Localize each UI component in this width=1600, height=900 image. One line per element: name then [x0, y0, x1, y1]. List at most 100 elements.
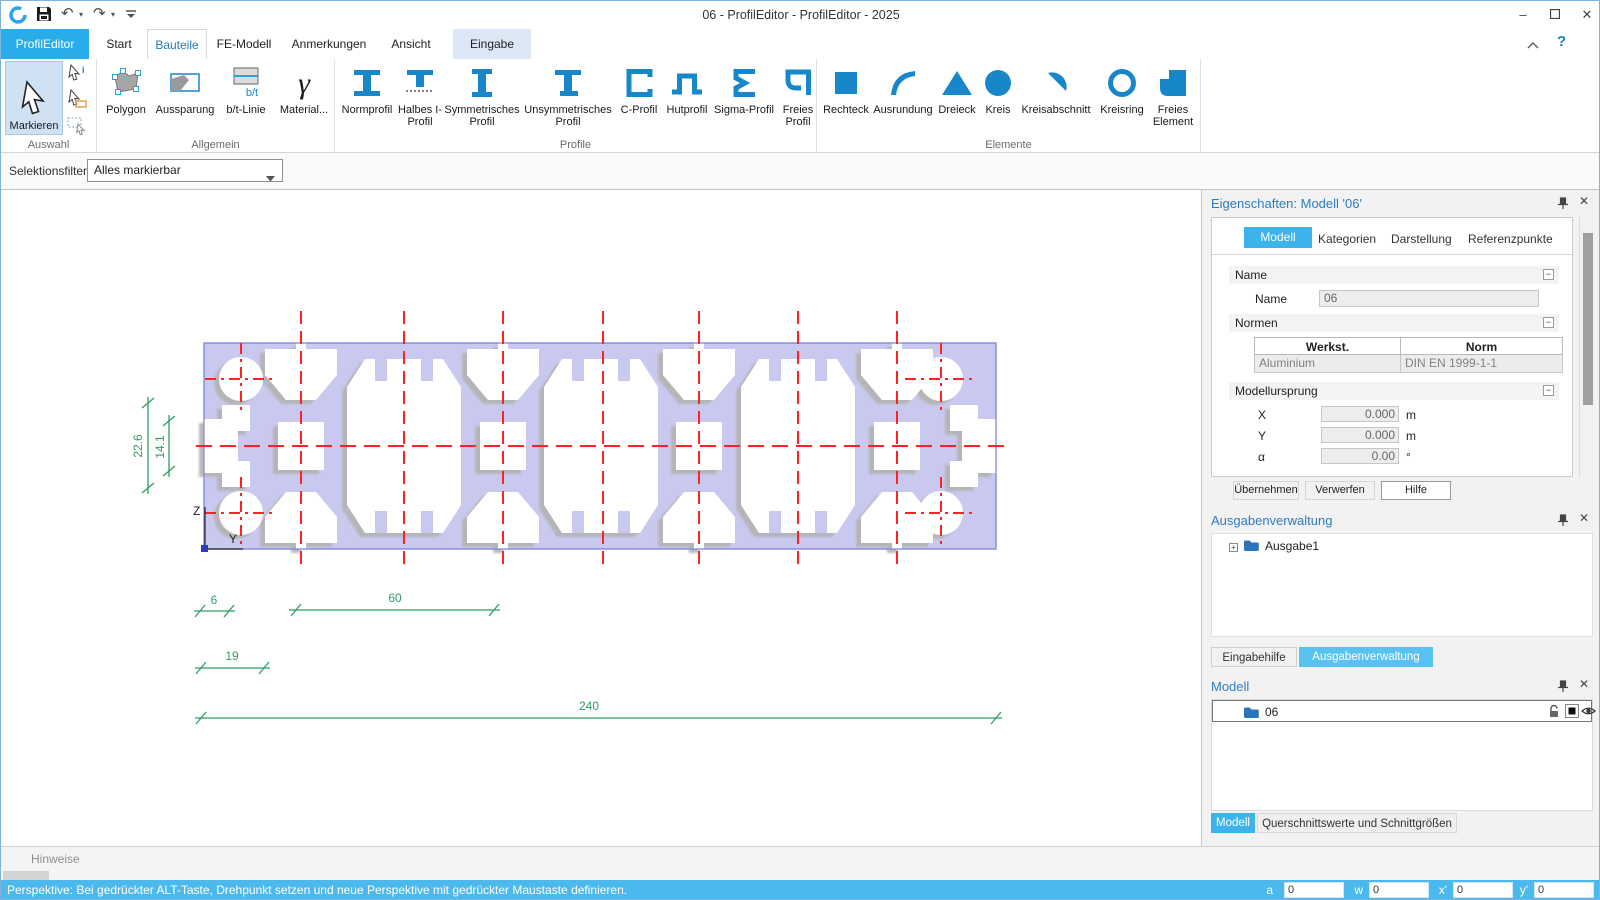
prop-tab-kategorien[interactable]: Kategorien [1318, 232, 1376, 246]
selektionsfilter-dropdown[interactable]: Alles markierbar [87, 159, 283, 182]
ring-icon [1104, 62, 1140, 104]
bt-linie-label: b/t-Linie [226, 104, 265, 116]
tab-eingabe[interactable]: Eingabe [453, 29, 531, 59]
unsymmetrisches-profil-button[interactable]: Unsymmetrisches Profil [520, 61, 616, 128]
visibility-eye-icon[interactable] [1581, 704, 1596, 723]
drawing-canvas[interactable]: 22.6 14.1 6 60 19 240 Z Y [3, 190, 1199, 846]
y-input[interactable]: 0.000 [1321, 427, 1399, 443]
sigma-profil-button[interactable]: Sigma-Profil [712, 61, 776, 116]
coord-a-input[interactable]: 0 [1284, 882, 1344, 898]
lock-icon[interactable] [1547, 704, 1561, 724]
tab-ansicht[interactable]: Ansicht [379, 29, 443, 59]
modell-row[interactable]: 06 [1212, 700, 1592, 722]
close-window-button[interactable]: ✕ [1573, 1, 1600, 29]
rechteck-button[interactable]: Rechteck [820, 61, 872, 116]
verwerfen-button[interactable]: Verwerfen [1305, 481, 1375, 500]
hinweise-strip: Hinweise [1, 846, 1600, 880]
c-profil-button[interactable]: C-Profil [616, 61, 662, 116]
norm-cell[interactable]: DIN EN 1999-1-1 [1401, 355, 1563, 373]
alpha-input[interactable]: 0.00 [1321, 448, 1399, 464]
select-info-cursor-icon[interactable]: i [67, 63, 89, 85]
halbes-i-profil-button[interactable]: Halbes I-Profil [396, 61, 444, 128]
c-profile-icon [621, 62, 657, 104]
pin-icon[interactable] [1557, 680, 1569, 698]
collapse-section-icon[interactable]: − [1543, 385, 1554, 396]
halbes-i-profil-label: Halbes I-Profil [396, 104, 444, 128]
tab-start[interactable]: Start [93, 29, 145, 59]
symmetrisches-profil-button[interactable]: Symmetrisches Profil [444, 61, 520, 128]
kreisabschnitt-label: Kreisabschnitt [1021, 104, 1090, 116]
name-input[interactable]: 06 [1319, 290, 1539, 307]
ausrundung-button[interactable]: Ausrundung [872, 61, 934, 116]
ausrundung-label: Ausrundung [873, 104, 932, 116]
normprofil-button[interactable]: Normprofil [338, 61, 396, 116]
freies-profil-button[interactable]: Freies Profil [776, 61, 820, 128]
collapse-section-icon[interactable]: − [1543, 269, 1554, 280]
tree-item-ausgabe1[interactable]: Ausgabe1 [1265, 539, 1319, 553]
dreieck-button[interactable]: Dreieck [934, 61, 980, 116]
coord-x-input[interactable]: 0 [1453, 882, 1513, 898]
tab-modell-bottom[interactable]: Modell [1211, 813, 1255, 833]
minimize-button[interactable]: – [1509, 1, 1537, 29]
pin-icon[interactable] [1557, 197, 1569, 215]
close-panel-icon[interactable]: ✕ [1579, 511, 1589, 525]
prop-tab-referenzpunkte[interactable]: Referenzpunkte [1468, 232, 1553, 246]
aussparung-button[interactable]: Aussparung [152, 61, 218, 116]
tab-eingabehilfe[interactable]: Eingabehilfe [1211, 647, 1297, 667]
select-cursor-icon [16, 78, 52, 120]
tab-profileditor[interactable]: ProfilEditor [1, 29, 89, 59]
hinweise-tab[interactable]: Hinweise [31, 852, 80, 866]
title-bar: ↶ ▾ ↷ ▾ 06 - ProfilEditor - ProfilEditor… [1, 1, 1600, 29]
collapse-ribbon-icon[interactable] [1527, 37, 1539, 55]
prop-tab-darstellung[interactable]: Darstellung [1391, 232, 1452, 246]
bt-linie-button[interactable]: b/t b/t-Linie [218, 61, 274, 116]
close-panel-icon[interactable]: ✕ [1579, 677, 1589, 691]
tab-bauteile[interactable]: Bauteile [147, 29, 207, 59]
section-normen: Normen [1229, 314, 1559, 332]
close-panel-icon[interactable]: ✕ [1579, 194, 1589, 208]
select-window-cursor-icon[interactable] [67, 115, 89, 137]
kreis-button[interactable]: Kreis [980, 61, 1016, 116]
tab-querschnittswerte[interactable]: Querschnittswerte und Schnittgrößen [1257, 813, 1457, 833]
group-label-profile: Profile [335, 139, 816, 151]
werkst-cell[interactable]: Aluminium [1254, 355, 1401, 373]
freies-element-button[interactable]: Freies Element [1148, 61, 1198, 128]
coord-w-input[interactable]: 0 [1369, 882, 1429, 898]
free-element-icon [1155, 62, 1191, 104]
origin-point [201, 545, 208, 552]
tab-fe-modell[interactable]: FE-Modell [209, 29, 279, 59]
triangle-icon [939, 62, 975, 104]
svg-text:b/t: b/t [246, 87, 258, 99]
pin-icon[interactable] [1557, 514, 1569, 532]
hinweise-tab-marker [3, 871, 49, 880]
kreisring-button[interactable]: Kreisring [1096, 61, 1148, 116]
tab-anmerkungen[interactable]: Anmerkungen [281, 29, 377, 59]
help-icon[interactable]: ? [1557, 33, 1566, 50]
properties-scrollbar[interactable] [1579, 217, 1595, 477]
polygon-button[interactable]: Polygon [100, 61, 152, 116]
aussparung-icon [167, 62, 203, 104]
maximize-button[interactable] [1541, 1, 1569, 29]
kreisabschnitt-button[interactable]: Kreisabschnitt [1016, 61, 1096, 116]
uebernehmen-button[interactable]: Übernehmen [1233, 481, 1299, 500]
prop-tab-modell[interactable]: Modell [1244, 227, 1312, 248]
square-icon [828, 62, 864, 104]
profile-drawing[interactable]: 22.6 14.1 6 60 19 240 Z Y [3, 190, 1199, 846]
hilfe-button[interactable]: Hilfe [1381, 481, 1451, 500]
tab-ausgabenverwaltung[interactable]: Ausgabenverwaltung [1299, 647, 1433, 667]
coord-y-input[interactable]: 0 [1534, 882, 1594, 898]
prop-tabs-divider [1212, 254, 1572, 255]
markieren-label: Markieren [10, 120, 59, 132]
material-button[interactable]: γ Material... [274, 61, 334, 116]
ribbon: Markieren i Auswahl Polygon [1, 59, 1600, 153]
select-add-box-cursor-icon[interactable] [67, 89, 89, 111]
tree-expand-icon[interactable]: + [1229, 543, 1238, 552]
selektionsfilter-label: Selektionsfilter [9, 153, 87, 190]
x-input[interactable]: 0.000 [1321, 406, 1399, 422]
kreisring-label: Kreisring [1100, 104, 1143, 116]
hutprofil-button[interactable]: Hutprofil [662, 61, 712, 116]
scrollbar-thumb[interactable] [1583, 233, 1593, 405]
color-swatch-icon[interactable] [1565, 704, 1579, 723]
collapse-section-icon[interactable]: − [1543, 317, 1554, 328]
markieren-button[interactable]: Markieren [5, 61, 63, 135]
